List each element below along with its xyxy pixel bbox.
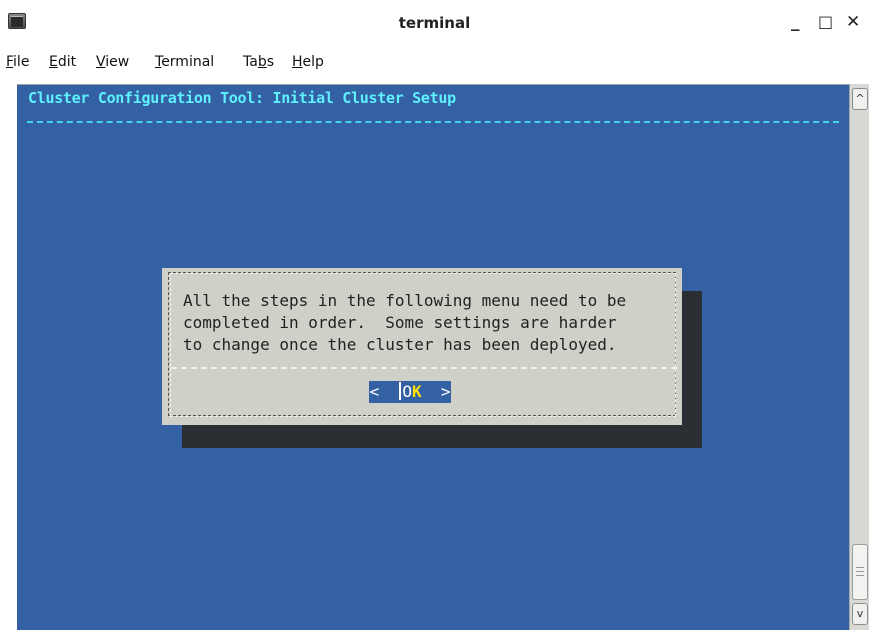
menu-file-label: ile [13, 54, 30, 70]
minimize-icon[interactable]: _ [791, 12, 800, 32]
ok-button-left-bracket: < [369, 382, 399, 401]
menu-file[interactable]: File [6, 54, 29, 70]
dialog-divider [171, 367, 677, 369]
dialog-message: All the steps in the following menu need… [183, 290, 673, 356]
grip-line [856, 571, 864, 572]
menu-bar: File Edit View Terminal Tabs Help [0, 50, 869, 82]
title-bar[interactable]: terminal _ □ ✕ [0, 0, 869, 44]
ok-button-right-bracket: > [421, 382, 451, 401]
menu-tabs-mnemonic: b [257, 54, 267, 70]
scroll-down-icon[interactable]: v [852, 603, 868, 625]
menu-help[interactable]: Help [292, 54, 324, 70]
menu-view-label: iew [105, 54, 130, 70]
grip-line [856, 575, 864, 576]
terminal-header: Cluster Configuration Tool: Initial Clus… [28, 89, 456, 107]
menu-view[interactable]: View [96, 54, 129, 70]
menu-help-label: elp [302, 54, 324, 70]
menu-edit-label: dit [57, 54, 77, 70]
message-line: All the steps in the following menu need… [183, 291, 627, 310]
menu-tabs-label-end: s [266, 54, 275, 70]
ok-button[interactable]: < OK > [369, 381, 451, 403]
header-divider [27, 121, 839, 123]
window-title: terminal [398, 14, 471, 32]
menu-terminal-label: erminal [161, 54, 215, 70]
grip-line [856, 567, 864, 568]
message-line: completed in order. Some settings are ha… [183, 313, 617, 332]
menu-view-mnemonic: V [96, 54, 106, 70]
close-icon[interactable]: ✕ [846, 12, 860, 32]
menu-edit[interactable]: Edit [49, 54, 76, 70]
menu-help-mnemonic: H [292, 54, 303, 70]
setup-dialog: All the steps in the following menu need… [162, 268, 682, 425]
scroll-thumb[interactable] [852, 544, 868, 600]
menu-terminal[interactable]: Terminal [155, 54, 214, 70]
maximize-icon[interactable]: □ [818, 12, 833, 32]
menu-tabs[interactable]: Tabs [243, 54, 274, 70]
menu-tabs-label-start: Ta [243, 54, 258, 70]
terminal-window: terminal _ □ ✕ File Edit View Terminal T… [0, 0, 869, 634]
menu-edit-mnemonic: E [49, 54, 58, 70]
ok-button-label-o: O [402, 382, 412, 401]
message-line: to change once the cluster has been depl… [183, 335, 617, 354]
ok-button-hotkey: K [412, 382, 422, 401]
vertical-scrollbar[interactable]: ^ v [849, 84, 869, 630]
scroll-up-icon[interactable]: ^ [852, 88, 868, 110]
menu-file-mnemonic: F [6, 54, 14, 70]
